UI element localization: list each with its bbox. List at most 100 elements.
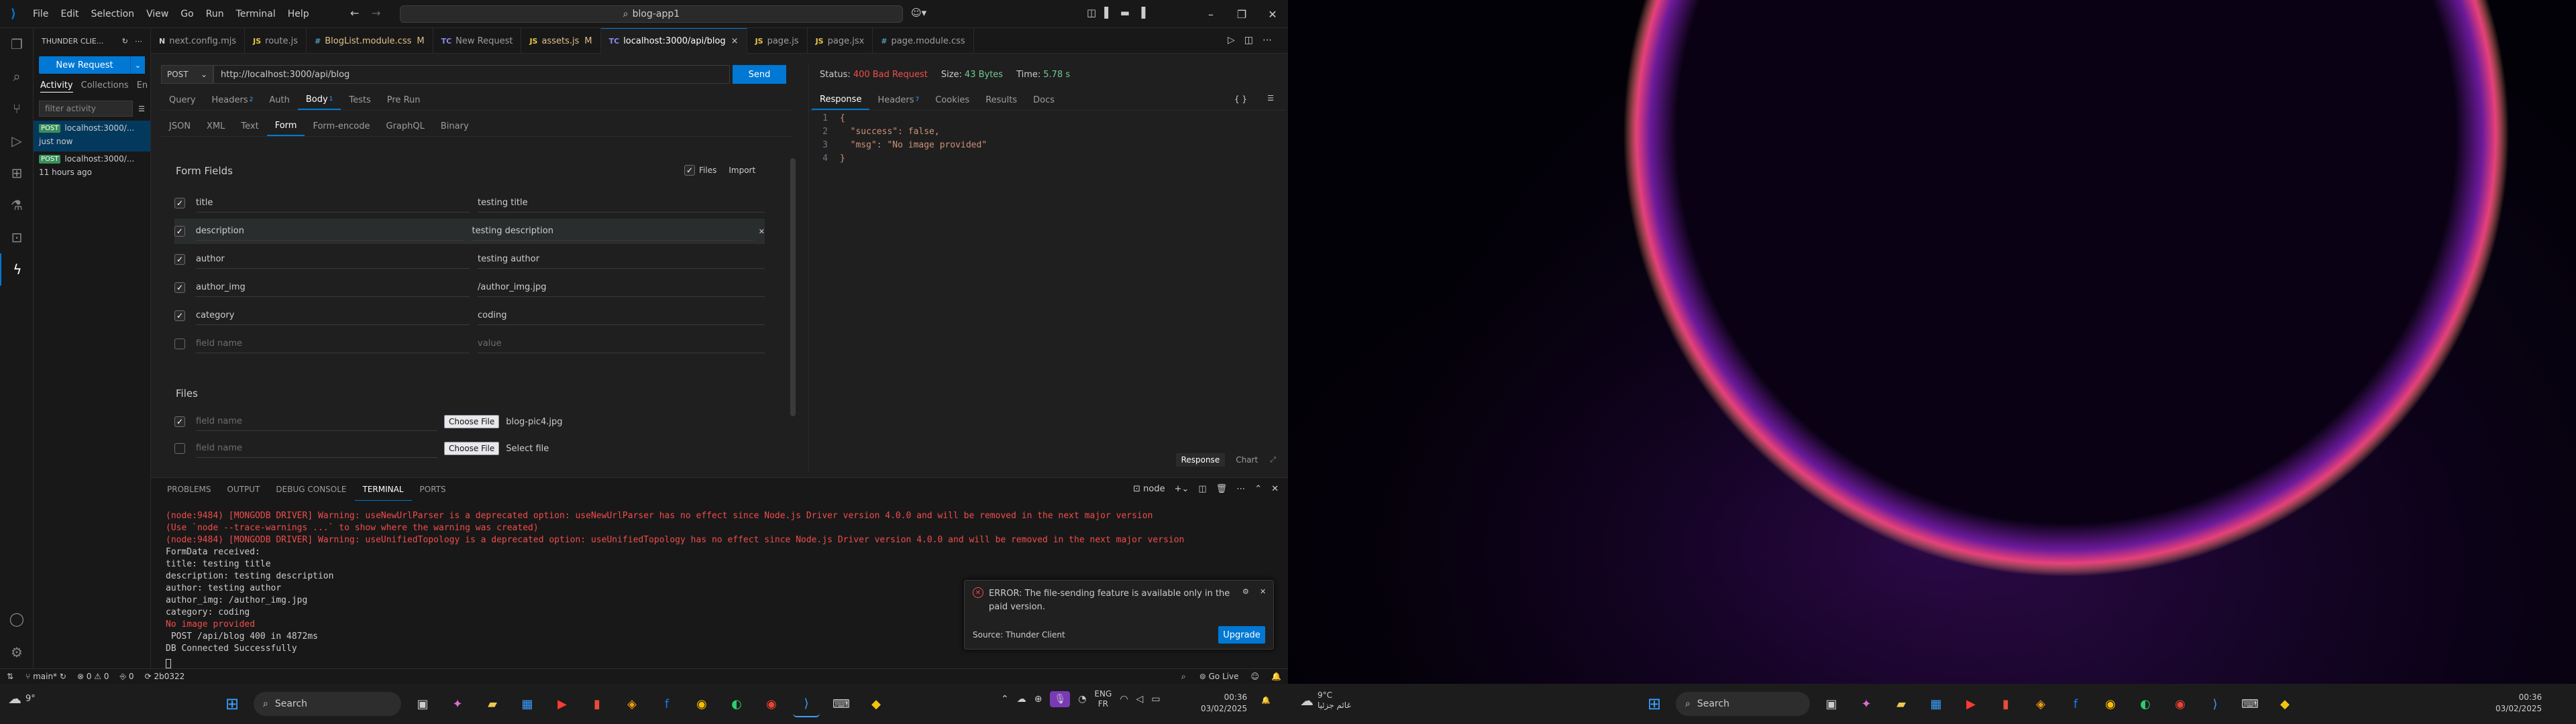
field-name-input[interactable]: author [195,250,470,269]
request-tab-body[interactable]: Body 1 [297,90,341,110]
customize-layout-icon[interactable]: ◫ [1087,7,1096,19]
split-editor-icon[interactable]: ◫ [1244,35,1253,46]
request-tab-pre-run[interactable]: Pre Run [379,90,429,110]
tray-icon-1[interactable]: ☁ [1017,694,1026,705]
remote-explorer-icon[interactable]: ⊡ [0,221,34,253]
field-name-input[interactable]: author_img [195,278,470,297]
request-tab-query[interactable]: Query [161,90,204,110]
problems-indicator[interactable]: ⊗ 0 ⚠ 0 [72,672,115,681]
language-indicator[interactable]: ENG FR [1094,689,1112,709]
facebook-icon[interactable]: f [2062,690,2089,717]
testing-icon[interactable]: ⚗ [0,189,34,221]
file-field-name-input[interactable]: field name [196,412,437,431]
terminal-taskbar-icon[interactable]: ⌨ [828,690,855,717]
upgrade-button[interactable]: Upgrade [1218,626,1265,644]
zoom-icon[interactable]: ⌕ [1175,672,1193,682]
expand-icon[interactable]: ⤢ [1270,455,1276,465]
menu-terminal[interactable]: Terminal [230,9,282,19]
battery-icon[interactable]: ▭ [1151,694,1160,705]
filter-menu-icon[interactable]: ☰ [138,105,145,113]
store-icon[interactable]: ▦ [1923,690,1949,717]
terminal-shell[interactable]: ⊡ node [1133,484,1165,494]
notification-center-icon[interactable]: 🔔 [1261,696,1271,705]
extensions-icon[interactable]: ⊞ [0,157,34,189]
response-tab-headers[interactable]: Headers 7 [869,90,927,110]
file-field-name-input[interactable]: field name [196,439,437,458]
git-icon[interactable]: ◆ [863,690,890,717]
git-icon[interactable]: ◆ [2271,690,2298,717]
copilot-icon[interactable]: ☺▾ [911,7,926,19]
chrome-icon[interactable]: ◉ [2097,690,2124,717]
request-scrollbar[interactable] [790,158,796,416]
notification-settings-icon[interactable]: ⚙ [1242,587,1249,596]
account-icon[interactable]: ◯ [0,603,34,635]
start-windows-icon[interactable]: ⊞ [1641,690,1668,717]
toggle-panel-icon[interactable]: ▬ [1120,7,1130,19]
response-view-response[interactable]: Response [1175,453,1226,467]
weather-widget-2[interactable]: ☁ 9°C غائم جزئيا [1300,690,1351,711]
toggle-secondary-sidebar-icon[interactable]: ▐ [1138,7,1146,19]
terminal-taskbar-icon[interactable]: ⌨ [2237,690,2263,717]
choose-file-button[interactable]: Choose File [444,415,500,428]
menu-icon[interactable]: ☰ [1267,94,1274,103]
filter-activity-input[interactable]: filter activity [39,101,133,117]
body-type-json[interactable]: JSON [161,116,199,136]
more-actions-icon[interactable]: ⋯ [1263,35,1272,46]
file-explorer-icon[interactable]: ▰ [479,690,506,717]
run-icon[interactable]: ▷ [1228,35,1235,46]
editor-tab[interactable]: JS page.js [747,28,808,54]
row-checkbox[interactable]: ✓ [174,198,185,208]
request-tab-headers[interactable]: Headers 2 [204,90,262,110]
sidebar-tab-collections[interactable]: Collections [81,80,129,93]
task-view-icon[interactable]: ▣ [409,690,436,717]
remote-icon[interactable]: ⇅ [0,672,20,681]
menu-view[interactable]: View [140,9,174,19]
row-checkbox[interactable]: ✓ [174,310,185,321]
close-tab-icon[interactable]: × [731,36,739,46]
close-notification-icon[interactable]: ✕ [1260,587,1266,596]
new-terminal-icon[interactable]: +⌄ [1175,484,1189,494]
response-tab-results[interactable]: Results [977,90,1025,110]
app-icon-orange[interactable]: ◈ [619,690,645,717]
method-select[interactable]: POST ⌄ [161,65,213,84]
run-debug-icon[interactable]: ▷ [0,125,34,157]
copilot-app-icon[interactable]: ✦ [444,690,471,717]
task-view-icon[interactable]: ▣ [1818,690,1845,717]
row-checkbox[interactable]: ✓ [174,226,185,237]
menu-file[interactable]: File [27,9,54,19]
nav-forward-icon[interactable]: → [372,7,380,19]
source-control-icon[interactable]: ⑂ [0,93,34,125]
thunder-client-icon[interactable]: ϟ [0,253,34,286]
field-name-input[interactable]: category [195,306,470,325]
body-type-graphql[interactable]: GraphQL [378,116,433,136]
explorer-icon[interactable]: ❐ [0,28,34,60]
field-value-input[interactable]: coding [478,306,765,325]
go-live-button[interactable]: ⊚ Go Live [1193,672,1246,681]
trash-icon[interactable]: 🗑 [1216,484,1228,494]
response-tab-response[interactable]: Response [812,90,870,110]
delete-row-icon[interactable]: ✕ [759,227,765,236]
sidebar-tab-en[interactable]: En [137,80,148,93]
youtube-icon[interactable]: ▶ [1957,690,1984,717]
nav-back-icon[interactable]: ← [350,7,359,19]
menu-edit[interactable]: Edit [54,9,85,19]
tray-icon-2[interactable]: ⊕ [1034,694,1042,705]
copilot-status-icon[interactable]: ☺ [1246,672,1265,681]
menu-run[interactable]: Run [200,9,230,19]
menu-go[interactable]: Go [174,9,199,19]
app-icon-red[interactable]: ▮ [1992,690,2019,717]
clock-2[interactable]: 00:36 03/02/2025 [2496,692,2542,715]
app-icon-orange[interactable]: ◈ [2027,690,2054,717]
field-value-input[interactable]: /author_img.jpg [478,278,765,297]
send-button[interactable]: Send [733,65,786,84]
edge-icon[interactable]: ◐ [2132,690,2159,717]
row-checkbox[interactable] [174,443,185,454]
url-input[interactable]: http://localhost:3000/api/blog [213,65,730,84]
panel-tab-ports[interactable]: PORTS [412,478,454,501]
ports-indicator[interactable]: ⎆ 0 [115,672,140,682]
app-icon-red[interactable]: ▮ [584,690,610,717]
editor-tab[interactable]: # BlogList.module.css M [307,28,433,54]
field-value-input[interactable]: testing description [472,222,753,241]
clock[interactable]: 00:36 03/02/2025 [1201,692,1247,715]
sidebar-tab-activity[interactable]: Activity [40,80,73,93]
